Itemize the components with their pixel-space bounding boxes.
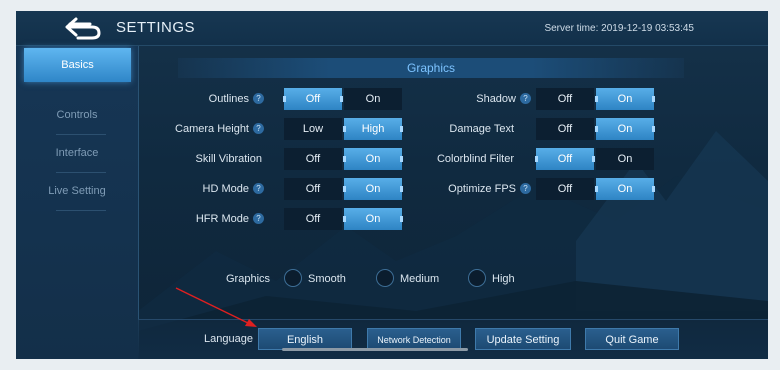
shadow-off-option[interactable]: Off bbox=[536, 88, 594, 110]
graphics-section-title: Graphics bbox=[178, 58, 684, 78]
help-icon[interactable]: ? bbox=[253, 93, 264, 104]
help-icon[interactable]: ? bbox=[520, 93, 531, 104]
sidebar-divider bbox=[56, 210, 106, 211]
help-icon[interactable]: ? bbox=[253, 183, 264, 194]
outlines-toggle: Off On bbox=[283, 88, 402, 110]
damage-text-on-option[interactable]: On bbox=[595, 118, 655, 140]
hd-mode-off-option[interactable]: Off bbox=[284, 178, 342, 200]
skill-vibration-label: Skill Vibration bbox=[195, 153, 262, 165]
skill-vibration-off-option[interactable]: Off bbox=[284, 148, 342, 170]
camera-height-toggle: Low High bbox=[284, 118, 403, 140]
settings-window: SETTINGS Server time: 2019-12-19 03:53:4… bbox=[16, 11, 768, 359]
sidebar-item-interface[interactable]: Interface bbox=[16, 135, 138, 171]
back-button[interactable] bbox=[64, 16, 102, 40]
optimize-fps-off-option[interactable]: Off bbox=[536, 178, 594, 200]
optimize-fps-label: Optimize FPS? bbox=[411, 183, 531, 195]
colorblind-filter-toggle: Off On bbox=[535, 148, 654, 170]
skill-vibration-toggle: Off On bbox=[284, 148, 403, 170]
hfr-mode-off-option[interactable]: Off bbox=[284, 208, 342, 230]
outlines-off-option[interactable]: Off bbox=[283, 88, 343, 110]
shadow-on-option[interactable]: On bbox=[595, 88, 655, 110]
medium-radio[interactable] bbox=[376, 269, 394, 287]
sidebar-item-controls[interactable]: Controls bbox=[16, 97, 138, 133]
update-setting-button[interactable]: Update Setting bbox=[475, 328, 571, 350]
medium-label: Medium bbox=[400, 273, 440, 285]
high-label: High bbox=[492, 273, 515, 285]
network-detection-button[interactable]: Network Detection bbox=[367, 328, 461, 350]
language-select[interactable]: English bbox=[258, 328, 352, 350]
sidebar-item-basics[interactable]: Basics bbox=[24, 48, 131, 82]
shadow-label: Shadow? bbox=[411, 93, 531, 105]
damage-text-label: Damage Text bbox=[449, 123, 514, 135]
hd-mode-label: HD Mode? bbox=[144, 183, 264, 195]
hd-mode-toggle: Off On bbox=[284, 178, 403, 200]
hfr-mode-label: HFR Mode? bbox=[144, 213, 264, 225]
colorblind-filter-label: Colorblind Filter bbox=[436, 153, 514, 165]
back-arrow-icon bbox=[65, 17, 101, 40]
help-icon[interactable]: ? bbox=[253, 213, 264, 224]
damage-text-toggle: Off On bbox=[536, 118, 655, 140]
hfr-mode-toggle: Off On bbox=[284, 208, 403, 230]
outlines-on-option[interactable]: On bbox=[344, 88, 402, 110]
hfr-mode-on-option[interactable]: On bbox=[343, 208, 403, 230]
damage-text-off-option[interactable]: Off bbox=[536, 118, 594, 140]
quit-game-button[interactable]: Quit Game bbox=[585, 328, 679, 350]
colorblind-filter-on-option[interactable]: On bbox=[596, 148, 654, 170]
optimize-fps-on-option[interactable]: On bbox=[595, 178, 655, 200]
scroll-indicator bbox=[282, 348, 468, 351]
graphics-quality-label: Graphics bbox=[226, 273, 271, 285]
help-icon[interactable]: ? bbox=[520, 183, 531, 194]
hd-mode-on-option[interactable]: On bbox=[343, 178, 403, 200]
header-bar: SETTINGS Server time: 2019-12-19 03:53:4… bbox=[16, 11, 768, 46]
optimize-fps-toggle: Off On bbox=[536, 178, 655, 200]
camera-height-label: Camera Height? bbox=[144, 123, 264, 135]
camera-height-low-option[interactable]: Low bbox=[284, 118, 342, 140]
outlines-label: Outlines? bbox=[144, 93, 264, 105]
sidebar-item-live-setting[interactable]: Live Setting bbox=[16, 173, 138, 209]
page-title: SETTINGS bbox=[116, 19, 196, 36]
colorblind-filter-off-option[interactable]: Off bbox=[535, 148, 595, 170]
help-icon[interactable]: ? bbox=[253, 123, 264, 134]
sidebar: Basics Controls Interface Live Setting bbox=[16, 46, 139, 359]
smooth-radio[interactable] bbox=[284, 269, 302, 287]
high-radio[interactable] bbox=[468, 269, 486, 287]
language-label: Language bbox=[204, 333, 253, 345]
smooth-label: Smooth bbox=[308, 273, 346, 285]
server-time: Server time: 2019-12-19 03:53:45 bbox=[544, 23, 694, 34]
shadow-toggle: Off On bbox=[536, 88, 655, 110]
